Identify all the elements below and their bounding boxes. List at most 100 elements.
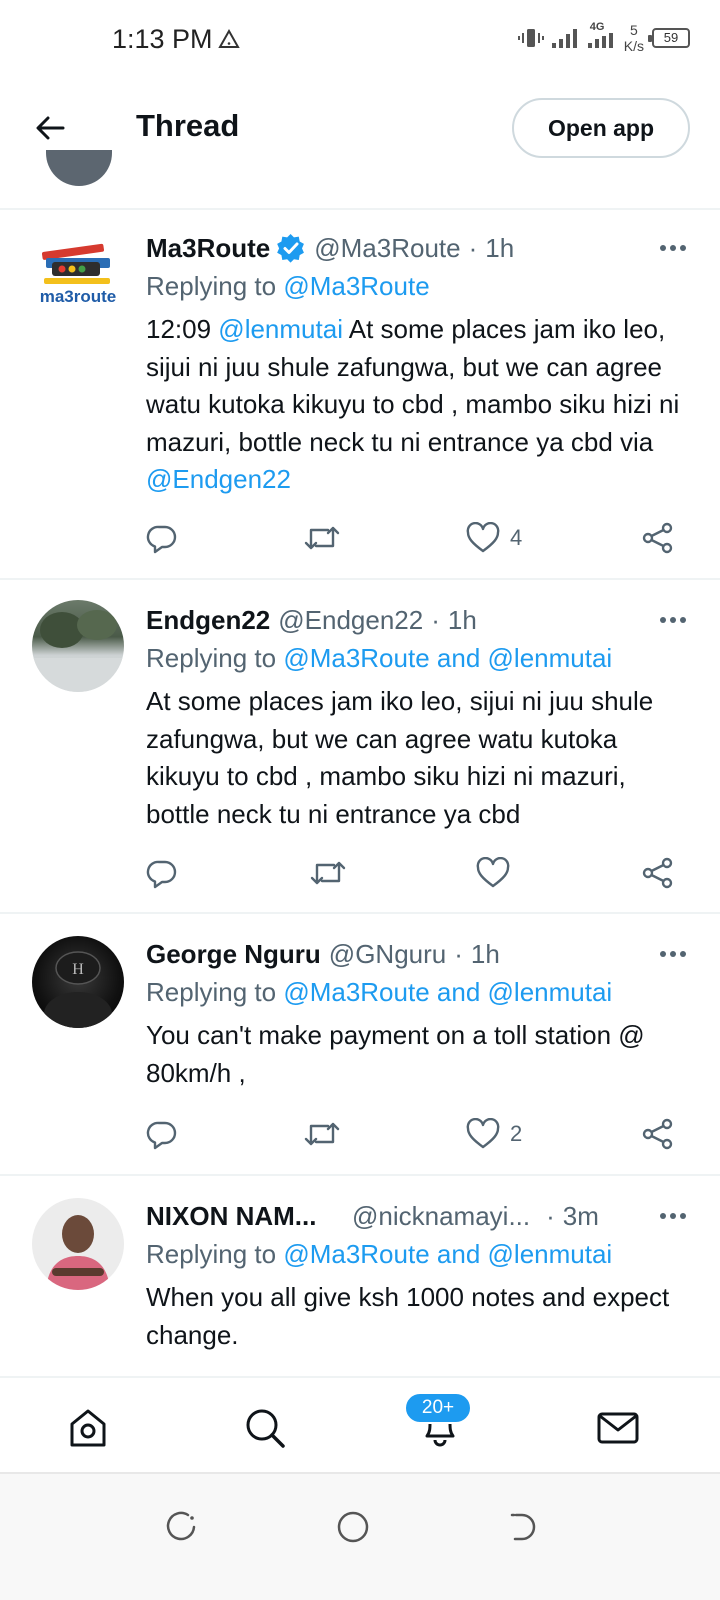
avatar-logo-text: H (72, 961, 84, 978)
avatar[interactable] (32, 1198, 124, 1290)
tweet[interactable]: H George Nguru @GNguru · 1h Replying to … (0, 914, 720, 1176)
share-icon (642, 1118, 673, 1150)
tab-home[interactable] (64, 1404, 112, 1452)
retweet-button[interactable] (304, 518, 340, 558)
like-count: 2 (510, 1121, 523, 1146)
separator-dot: · (431, 604, 440, 635)
recents-button[interactable] (158, 1504, 204, 1550)
retweet-button[interactable] (304, 1114, 340, 1154)
like-button[interactable]: 4 (466, 518, 522, 558)
mention-link[interactable]: @Ma3Route (283, 271, 429, 301)
page-title: Thread (136, 108, 240, 143)
back-button[interactable] (28, 106, 72, 150)
tweet-actions (146, 853, 686, 893)
more-icon (660, 617, 686, 623)
battery-indicator: 59 (648, 28, 690, 48)
share-button[interactable] (642, 1114, 674, 1154)
tweet-actions: 2 (146, 1114, 686, 1154)
status-bar: 1:13 PM 4G 5 K/s 59 (0, 0, 720, 82)
mention-link[interactable]: @Ma3Route (283, 1239, 429, 1269)
tweet[interactable]: Endgen22 @Endgen22 · 1h Replying to @Ma3… (0, 580, 720, 914)
back-arrow-icon (36, 116, 65, 140)
more-icon (660, 1213, 686, 1219)
share-button[interactable] (642, 518, 674, 558)
status-icons: 4G 5 K/s 59 (517, 21, 690, 54)
mention-link[interactable]: @Ma3Route (283, 643, 429, 673)
search-icon (246, 1409, 285, 1448)
author-name[interactable]: George Nguru (146, 939, 321, 970)
like-button[interactable]: 2 (466, 1114, 522, 1154)
mention-link[interactable]: @lenmutai (488, 1239, 613, 1269)
mention-link[interactable]: @lenmutai (218, 314, 343, 344)
author-handle[interactable]: @GNguru (329, 939, 446, 970)
author-handle[interactable]: @Endgen22 (278, 605, 423, 636)
tweet-time[interactable]: 1h (485, 233, 514, 264)
retweet-icon (310, 861, 346, 885)
more-options-button[interactable] (656, 234, 690, 262)
network-type: 4G (587, 21, 616, 49)
mail-icon (597, 1412, 639, 1444)
network-speed: 5 K/s (623, 22, 644, 54)
recents-icon (166, 1511, 196, 1541)
tweet-text: At some places jam iko leo, sijui ni juu… (146, 686, 654, 829)
home-nav-button[interactable] (330, 1504, 376, 1550)
tweet[interactable]: NIXON NAM... @nicknamayi... · 3m Replyin… (0, 1176, 720, 1376)
mention-link[interactable]: @Ma3Route (283, 977, 429, 1007)
tweet-header: NIXON NAM... @nicknamayi... · 3m (146, 1198, 690, 1234)
reply-button[interactable] (146, 853, 178, 893)
tweet-time[interactable]: 1h (471, 939, 500, 970)
status-time: 1:13 PM (112, 24, 213, 54)
mention-link[interactable]: @lenmutai (488, 977, 613, 1007)
separator-dot: · (454, 938, 463, 969)
reply-icon (146, 860, 177, 889)
tweet-header: Endgen22 @Endgen22 · 1h (146, 602, 690, 638)
author-handle[interactable]: @nicknamayi... (352, 1201, 530, 1232)
reply-icon (146, 1121, 177, 1150)
reply-button[interactable] (146, 518, 178, 558)
more-options-button[interactable] (656, 1202, 690, 1230)
bottom-tab-bar: 20+ (0, 1376, 720, 1472)
author-handle[interactable]: @Ma3Route (314, 233, 460, 264)
vibrate-icon (517, 29, 544, 47)
tweet-time[interactable]: 1h (448, 605, 477, 636)
author-name[interactable]: Ma3Route (146, 233, 270, 264)
back-nav-button[interactable] (500, 1504, 546, 1550)
like-icon (466, 1118, 500, 1149)
tab-messages[interactable] (594, 1404, 642, 1452)
like-icon (476, 857, 510, 888)
avatar-logo-text: ma3route (40, 287, 117, 306)
mention-link[interactable]: @lenmutai (488, 643, 613, 673)
notifications-badge: 20+ (404, 1392, 472, 1424)
reply-icon (146, 525, 177, 554)
share-button[interactable] (642, 853, 674, 893)
reply-button[interactable] (146, 1114, 178, 1154)
like-button[interactable] (476, 853, 520, 893)
separator-dot: · (546, 1200, 555, 1231)
like-icon (466, 522, 500, 553)
tweet-time[interactable]: 3m (563, 1201, 599, 1232)
avatar[interactable] (32, 600, 124, 692)
avatar[interactable]: ma3route (32, 232, 124, 324)
tweet-header: Ma3Route @Ma3Route · 1h (146, 230, 690, 266)
separator-dot: · (468, 232, 478, 263)
retweet-icon (304, 1122, 340, 1146)
more-options-button[interactable] (656, 940, 690, 968)
retweet-button[interactable] (310, 853, 346, 893)
tweet-header: George Nguru @GNguru · 1h (146, 936, 690, 972)
author-name[interactable]: Endgen22 (146, 605, 270, 636)
system-navigation-bar (0, 1472, 720, 1600)
tweet[interactable]: ma3route Ma3Route @Ma3Route · 1h Replyin… (0, 210, 720, 580)
tweet-text: When you all give ksh 1000 notes and exp… (146, 1282, 670, 1350)
tab-search[interactable] (241, 1404, 289, 1452)
replying-to: Replying to @Ma3Route and @lenmutai (146, 643, 613, 673)
circle-home-icon (337, 1511, 369, 1543)
author-name[interactable]: NIXON NAM... (146, 1201, 344, 1232)
more-icon (660, 245, 686, 251)
avatar[interactable]: H (32, 936, 124, 1028)
mention-link[interactable]: @Endgen22 (146, 464, 291, 494)
back-nav-icon (510, 1513, 536, 1541)
tweet-text: 12:09 @lenmutai At some places jam iko l… (146, 314, 680, 494)
more-options-button[interactable] (656, 606, 690, 634)
open-app-button[interactable]: Open app (512, 98, 690, 158)
replying-to: Replying to @Ma3Route (146, 271, 430, 301)
